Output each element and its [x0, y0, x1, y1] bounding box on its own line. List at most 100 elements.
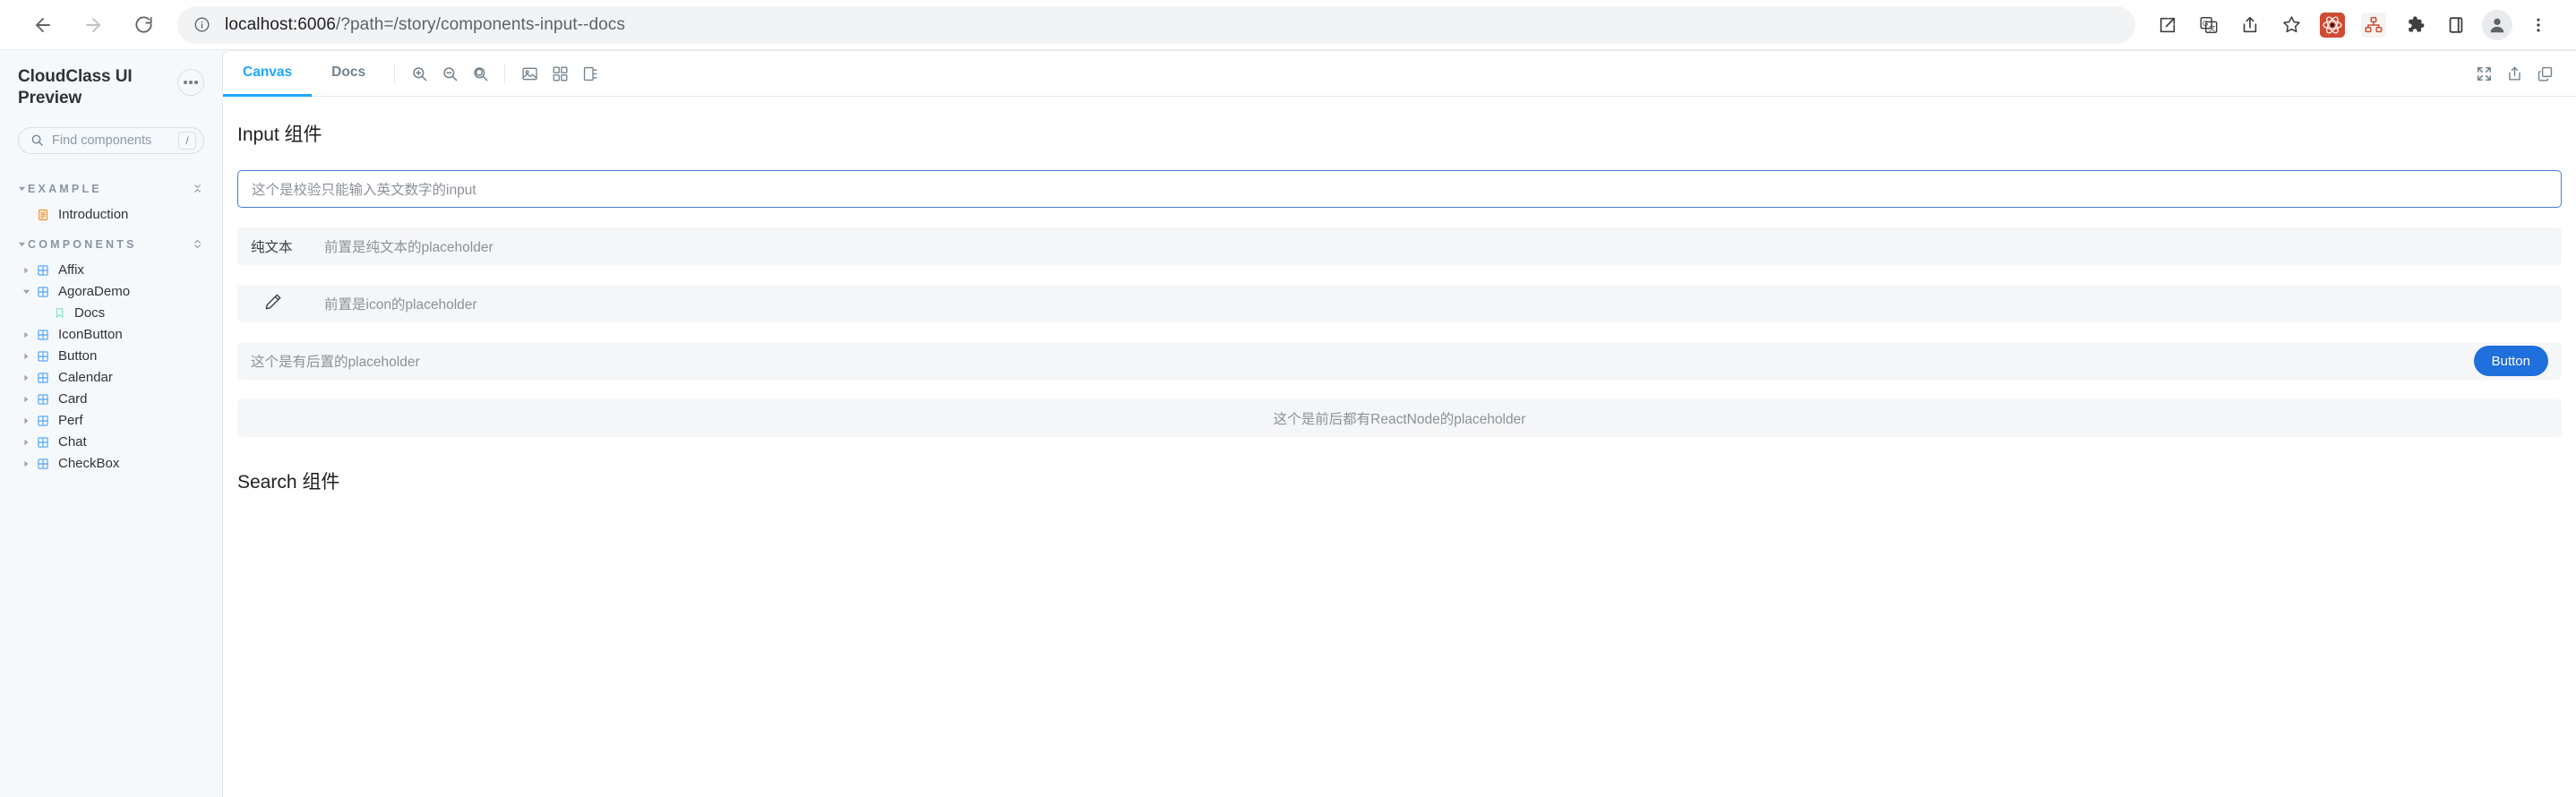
reload-icon — [134, 16, 152, 33]
sidebar-item-chat[interactable]: Chat — [18, 432, 204, 453]
external-link-button[interactable] — [2148, 5, 2187, 45]
sidebar-item-calendar[interactable]: Calendar — [18, 367, 204, 389]
grid-icon — [553, 66, 568, 81]
tab-label: Docs — [331, 64, 366, 80]
component-grid-icon — [34, 329, 52, 341]
sidebar-item-label: AgoraDemo — [58, 284, 131, 300]
share-button[interactable] — [2230, 5, 2270, 45]
input-suffix-button[interactable]: Button — [2473, 346, 2548, 376]
chevron-right-icon[interactable] — [18, 460, 34, 467]
sidebar-item-agorademo-docs[interactable]: Docs — [18, 303, 204, 324]
background-button[interactable] — [514, 58, 545, 89]
measure-button[interactable] — [575, 58, 605, 89]
bookmark-star-icon — [2282, 16, 2300, 33]
fullscreen-icon — [2477, 66, 2491, 81]
sidebar-item-perf[interactable]: Perf — [18, 410, 204, 432]
share-icon — [2243, 16, 2257, 32]
input-prefix-text: 纯文本 — [251, 240, 293, 255]
document-icon — [34, 209, 52, 221]
zoom-reset-button[interactable] — [465, 58, 495, 89]
component-grid-icon — [34, 286, 52, 298]
grid-button[interactable] — [545, 58, 575, 89]
sidebar-item-label: Calendar — [58, 370, 113, 386]
sidebar-item-checkbox[interactable]: CheckBox — [18, 453, 204, 475]
component-grid-icon — [34, 372, 52, 384]
search-icon — [30, 133, 44, 147]
open-in-new-tab-icon — [2508, 66, 2520, 81]
sidebar-item-label: CheckBox — [58, 456, 120, 472]
sidebar-item-label: Chat — [58, 434, 87, 450]
copy-link-icon — [2537, 66, 2552, 81]
input-with-icon-prefix[interactable]: 前置是icon的placeholder — [237, 285, 2562, 322]
input-with-suffix-button[interactable]: 这个是有后置的placeholder Button — [237, 342, 2562, 380]
translate-button[interactable]: G 文 — [2189, 5, 2228, 45]
zoom-out-button[interactable] — [434, 58, 465, 89]
back-button[interactable] — [18, 5, 68, 45]
extensions-button[interactable] — [2395, 5, 2434, 45]
bookmark-button[interactable] — [2271, 5, 2311, 45]
sidebar-item-label: Docs — [74, 305, 106, 321]
input-placeholder: 这个是前后都有ReactNode的placeholder — [1273, 412, 1526, 427]
chevron-right-icon[interactable] — [18, 417, 34, 424]
zoom-out-icon — [442, 66, 457, 81]
input-placeholder: 这个是有后置的placeholder — [251, 355, 420, 370]
component-tree-button[interactable] — [2354, 5, 2393, 45]
input-with-text-prefix[interactable]: 纯文本 前置是纯文本的placeholder — [237, 227, 2562, 265]
sidebar-menu-button[interactable] — [177, 69, 204, 96]
sidebar-section-components[interactable]: COMPONENTS — [18, 233, 204, 256]
profile-button[interactable] — [2477, 5, 2517, 45]
sidebar-item-introduction[interactable]: Introduction — [18, 204, 204, 226]
story-canvas: Input 组件 这个是校验只能输入英文数字的input 纯文本 前置是纯文本的… — [223, 97, 2576, 797]
input-with-react-nodes[interactable]: 这个是前后都有ReactNode的placeholder — [237, 399, 2562, 437]
chevron-right-icon[interactable] — [18, 353, 34, 360]
input-placeholder: 前置是icon的placeholder — [324, 297, 477, 313]
sidebar-section-label: EXAMPLE — [28, 182, 102, 195]
chevron-right-icon[interactable] — [18, 439, 34, 446]
chevron-right-icon[interactable] — [18, 374, 34, 381]
main-panel: Canvas Docs Input 组件 这个是校验只能输入英文数字的input… — [222, 50, 2576, 797]
side-panel-button[interactable] — [2436, 5, 2476, 45]
bookmark-icon — [50, 307, 68, 319]
chevron-right-icon[interactable] — [18, 331, 34, 339]
tab-docs[interactable]: Docs — [312, 51, 385, 97]
chevron-right-icon[interactable] — [18, 396, 34, 403]
sidebar-header: CloudClass UI Preview — [18, 50, 204, 110]
chevron-down-icon[interactable] — [18, 287, 34, 296]
pencil-icon — [263, 292, 283, 316]
sidebar-item-card[interactable]: Card — [18, 389, 204, 410]
fullscreen-button[interactable] — [2469, 58, 2499, 89]
input-placeholder: 这个是校验只能输入英文数字的input — [252, 183, 477, 198]
chrome-menu-button[interactable] — [2519, 5, 2558, 45]
sidebar-item-button[interactable]: Button — [18, 346, 204, 367]
expand-all-icon[interactable] — [193, 239, 202, 249]
tab-canvas[interactable]: Canvas — [223, 51, 313, 97]
sidebar-item-label: Introduction — [58, 207, 129, 223]
open-in-new-tab-button[interactable] — [2499, 58, 2529, 89]
chevron-right-icon[interactable] — [18, 267, 34, 274]
reload-button[interactable] — [118, 5, 168, 45]
react-devtools-button[interactable] — [2313, 5, 2352, 45]
component-grid-icon — [34, 415, 52, 427]
sidebar: CloudClass UI Preview / EXAMPLE — [0, 50, 222, 797]
site-info-icon[interactable] — [193, 16, 210, 33]
zoom-reset-icon — [473, 66, 487, 81]
address-bar[interactable]: localhost:6006/?path=/story/components-i… — [177, 5, 2135, 44]
sidebar-item-affix[interactable]: Affix — [18, 260, 204, 281]
sidebar-tree: EXAMPLE Introduction COMPONENTS Affix Ag… — [18, 177, 204, 475]
forward-button[interactable] — [68, 5, 118, 45]
dot — [184, 81, 187, 84]
component-grid-icon — [34, 393, 52, 406]
collapse-all-icon[interactable] — [193, 184, 202, 193]
sidebar-item-iconbutton[interactable]: IconButton — [18, 324, 204, 346]
preview-tabs: Canvas Docs — [223, 51, 385, 97]
copy-link-button[interactable] — [2529, 58, 2560, 89]
input-focused-alphanumeric[interactable]: 这个是校验只能输入英文数字的input — [237, 170, 2562, 208]
search-input[interactable] — [52, 133, 178, 148]
sidebar-section-example[interactable]: EXAMPLE — [18, 177, 204, 201]
sidebar-item-agorademo[interactable]: AgoraDemo — [18, 281, 204, 303]
zoom-in-button[interactable] — [404, 58, 434, 89]
search-box[interactable]: / — [18, 126, 204, 154]
external-link-icon — [2160, 17, 2176, 32]
search-shortcut-badge: / — [178, 131, 196, 150]
